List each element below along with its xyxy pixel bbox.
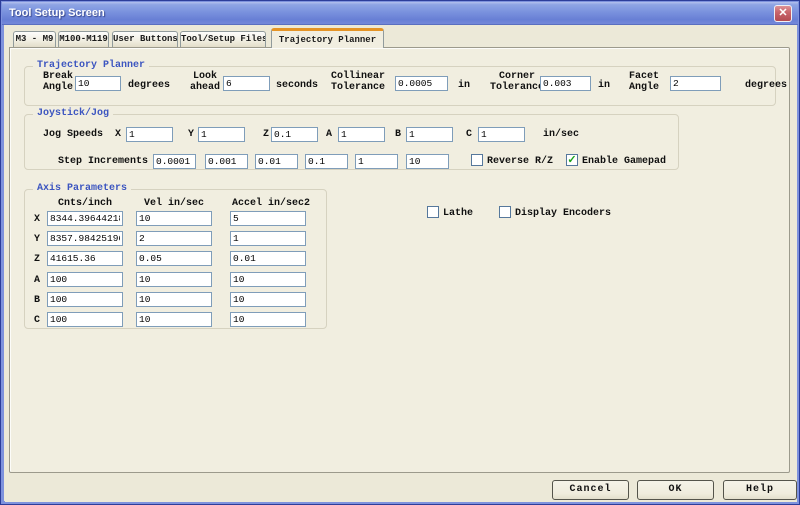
jog-z-input[interactable] [271,127,318,142]
step-increment-6-input[interactable] [406,154,449,169]
step-increment-2-input[interactable] [205,154,248,169]
b-accel-input[interactable] [230,292,306,307]
c-cnts-input[interactable] [47,312,123,327]
axis-parameters-group-caption: Axis Parameters [33,183,131,194]
axis-b-label: B [31,295,43,306]
cnts-inch-header: Cnts/inch [47,198,123,209]
jog-y-label: Y [188,129,194,140]
a-vel-input[interactable] [136,272,212,287]
b-vel-input[interactable] [136,292,212,307]
corner-tolerance-label: Corner Tolerance [486,71,548,93]
vel-header: Vel in/sec [136,198,212,209]
jog-x-label: X [115,129,121,140]
collinear-tolerance-label: Collinear Tolerance [325,71,391,93]
enable-gamepad-checkbox[interactable]: ✓ [566,154,578,166]
z-cnts-input[interactable] [47,251,123,266]
display-encoders-checkbox[interactable] [499,206,511,218]
close-icon: ✕ [778,7,787,19]
facet-angle-unit: degrees [745,80,787,91]
b-cnts-input[interactable] [47,292,123,307]
step-increments-label: Step Increments [58,156,148,167]
axis-z-label: Z [31,254,43,265]
corner-tolerance-input[interactable] [540,76,591,91]
c-vel-input[interactable] [136,312,212,327]
reverse-rz-label: Reverse R/Z [487,156,553,167]
lathe-label: Lathe [443,208,473,219]
x-cnts-input[interactable] [47,211,123,226]
axis-a-label: A [31,275,43,286]
y-cnts-input[interactable] [47,231,123,246]
x-accel-input[interactable] [230,211,306,226]
break-angle-unit: degrees [128,80,170,91]
enable-gamepad-label: Enable Gamepad [582,156,666,167]
z-accel-input[interactable] [230,251,306,266]
a-accel-input[interactable] [230,272,306,287]
jog-unit-label: in/sec [543,129,579,140]
axis-c-label: C [31,315,43,326]
jog-x-input[interactable] [126,127,173,142]
tab-tool-setup-files[interactable]: Tool/Setup Files [180,31,266,47]
look-ahead-label: Look ahead [185,71,225,93]
trajectory-planner-page: Trajectory Planner Break Angle degrees L… [9,47,790,473]
tab-m100-m119[interactable]: M100-M119 [58,31,109,47]
reverse-rz-checkbox[interactable] [471,154,483,166]
window-title: Tool Setup Screen [9,7,105,19]
display-encoders-label: Display Encoders [515,208,611,219]
axis-y-label: Y [31,234,43,245]
ok-button[interactable]: OK [637,480,714,500]
tool-setup-window: Tool Setup Screen ✕ M3 - M9 M100-M119 Us… [0,0,800,505]
look-ahead-input[interactable] [223,76,270,91]
joystick-jog-group: Joystick/Jog Jog Speeds X Y Z A B C in/s… [24,114,679,170]
break-angle-input[interactable] [75,76,121,91]
look-ahead-unit: seconds [276,80,318,91]
jog-b-label: B [395,129,401,140]
jog-a-label: A [326,129,332,140]
trajectory-planner-group-caption: Trajectory Planner [33,60,149,71]
step-increment-3-input[interactable] [255,154,298,169]
facet-angle-input[interactable] [670,76,721,91]
cancel-button[interactable]: Cancel [552,480,629,500]
collinear-tolerance-unit: in [458,80,470,91]
accel-header: Accel in/sec2 [230,198,312,209]
tab-user-buttons[interactable]: User Buttons [112,31,178,47]
jog-a-input[interactable] [338,127,385,142]
c-accel-input[interactable] [230,312,306,327]
step-increment-5-input[interactable] [355,154,398,169]
trajectory-planner-group: Trajectory Planner Break Angle degrees L… [24,66,776,106]
axis-x-label: X [31,214,43,225]
facet-angle-label: Facet Angle [622,71,666,93]
jog-y-input[interactable] [198,127,245,142]
joystick-jog-group-caption: Joystick/Jog [33,108,113,119]
titlebar: Tool Setup Screen ✕ [2,2,798,25]
close-button[interactable]: ✕ [774,5,792,22]
step-increment-4-input[interactable] [305,154,348,169]
jog-c-label: C [466,129,472,140]
jog-speeds-label: Jog Speeds [43,129,103,140]
tab-trajectory-planner[interactable]: Trajectory Planner [271,28,384,48]
y-accel-input[interactable] [230,231,306,246]
jog-c-input[interactable] [478,127,525,142]
collinear-tolerance-input[interactable] [395,76,448,91]
x-vel-input[interactable] [136,211,212,226]
step-increment-1-input[interactable] [153,154,196,169]
z-vel-input[interactable] [136,251,212,266]
a-cnts-input[interactable] [47,272,123,287]
corner-tolerance-unit: in [598,80,610,91]
help-button[interactable]: Help [723,480,797,500]
jog-b-input[interactable] [406,127,453,142]
jog-z-label: Z [263,129,269,140]
axis-parameters-group: Axis Parameters Cnts/inch Vel in/sec Acc… [24,189,327,329]
dialog-content: M3 - M9 M100-M119 User Buttons Tool/Setu… [5,25,797,502]
tab-m3-m9[interactable]: M3 - M9 [13,31,56,47]
lathe-checkbox[interactable] [427,206,439,218]
y-vel-input[interactable] [136,231,212,246]
